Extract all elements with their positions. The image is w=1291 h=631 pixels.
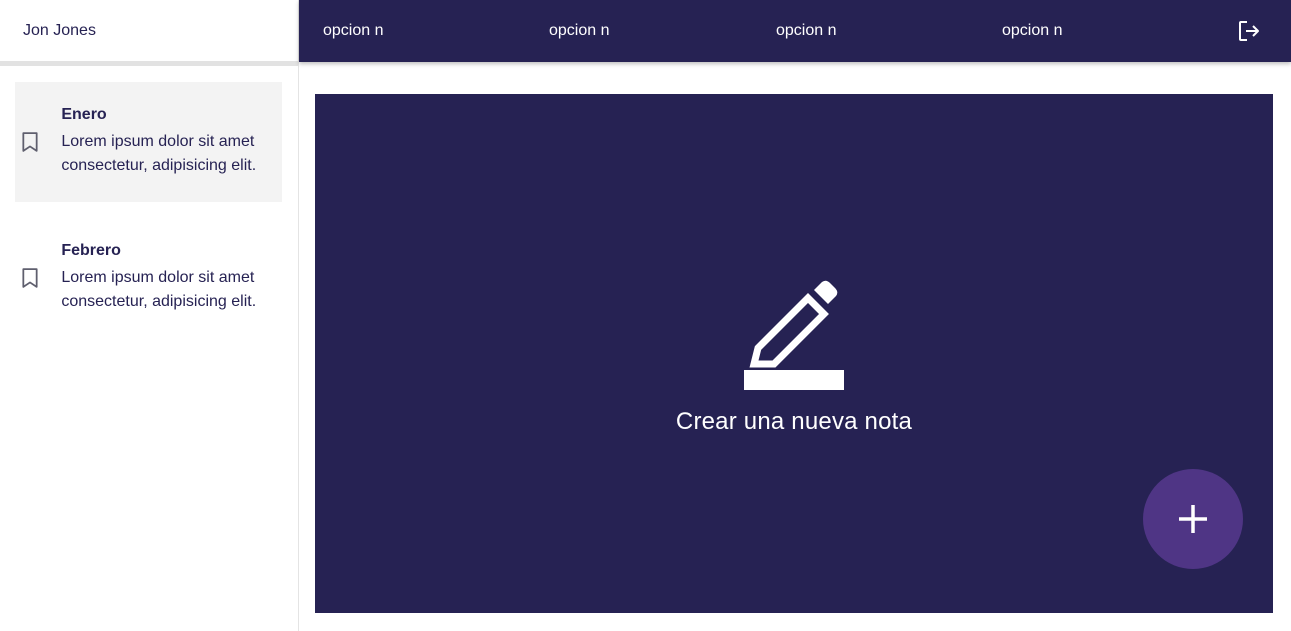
create-note-label: Crear una nueva nota (675, 408, 913, 435)
user-name: Jon Jones (23, 21, 96, 39)
journal-app: Jon Jones Enero Lorem ipsum dolor sit am… (0, 0, 1291, 631)
add-note-button[interactable] (1143, 469, 1243, 569)
entry-item[interactable]: Enero Lorem ipsum dolor sit amet consect… (15, 82, 282, 202)
entry-text: Lorem ipsum dolor sit amet consectetur, … (61, 269, 257, 310)
top-navbar: opcion n opcion n opcion n opcion n (299, 0, 1291, 62)
nav-option[interactable]: opcion n (1002, 0, 1063, 62)
nav-option[interactable]: opcion n (549, 0, 610, 62)
nav-option[interactable]: opcion n (776, 0, 837, 62)
entry-title: Febrero (61, 242, 121, 259)
bookmark-icon (15, 82, 45, 202)
entry-text: Lorem ipsum dolor sit amet consectetur, … (61, 133, 257, 174)
plus-icon (1179, 505, 1207, 533)
nav-option[interactable]: opcion n (323, 0, 384, 62)
logout-icon[interactable] (1237, 19, 1261, 43)
entry-content: Febrero Lorem ipsum dolor sit amet conse… (45, 242, 282, 314)
empty-state: Crear una nueva nota (315, 280, 1273, 436)
bookmark-icon (15, 218, 45, 338)
entry-list: Enero Lorem ipsum dolor sit amet consect… (0, 66, 298, 338)
entry-title: Enero (61, 106, 107, 123)
sidebar: Jon Jones Enero Lorem ipsum dolor sit am… (0, 0, 299, 631)
nothing-selected-panel: Crear una nueva nota (315, 94, 1273, 613)
pencil-icon (744, 280, 844, 390)
entry-item[interactable]: Febrero Lorem ipsum dolor sit amet conse… (15, 218, 282, 338)
entry-content: Enero Lorem ipsum dolor sit amet consect… (45, 106, 282, 178)
